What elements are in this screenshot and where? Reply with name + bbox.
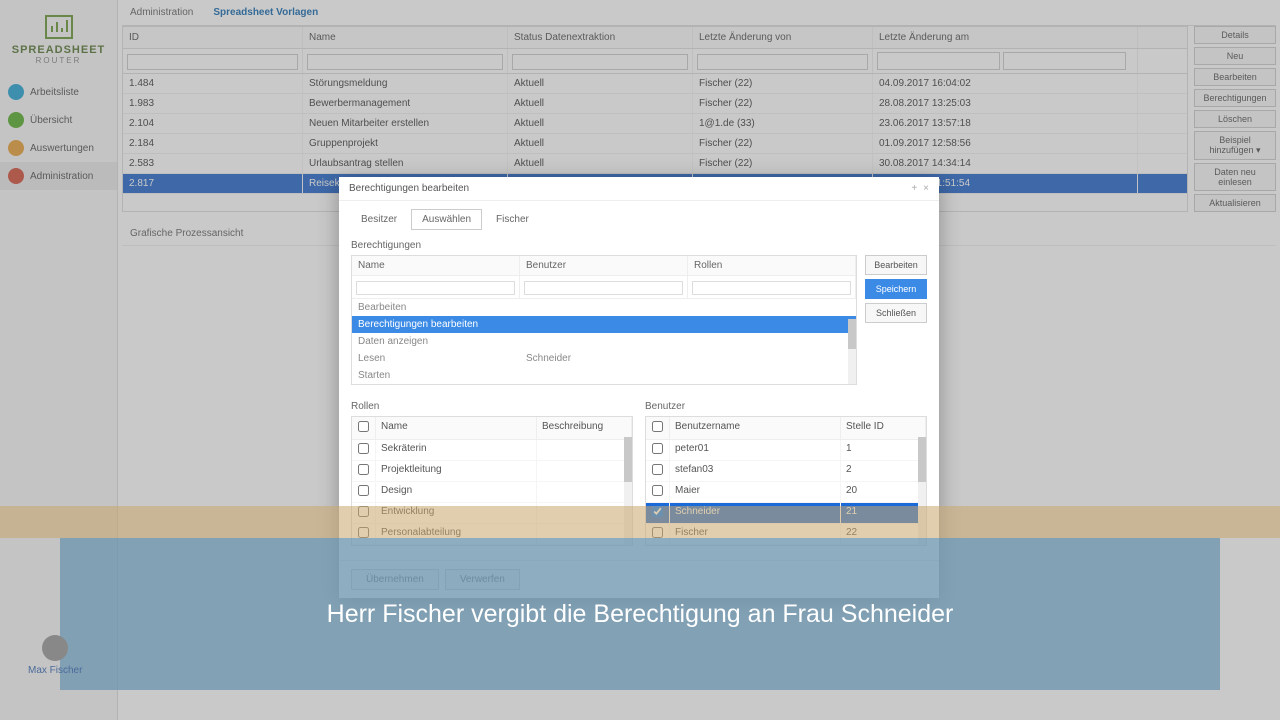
perm-row[interactable]: Starten [352,367,856,384]
save-button[interactable]: Speichern [865,279,927,299]
current-user[interactable]: Max Fischer [28,635,82,676]
tab-select[interactable]: Auswählen [411,209,482,230]
perm-filter-user[interactable] [524,281,683,295]
user-checkbox[interactable] [652,443,663,454]
user-row[interactable]: stefan032 [646,461,926,482]
role-row[interactable]: Design [352,482,632,503]
users-col-id[interactable]: Stelle ID [841,417,926,439]
perm-col-user[interactable]: Benutzer [520,256,688,275]
user-name: Max Fischer [28,665,82,676]
perm-col-name[interactable]: Name [352,256,520,275]
tab-user[interactable]: Fischer [486,210,539,229]
users-select-all[interactable] [652,421,663,432]
caption-banner: Herr Fischer vergibt die Berechtigung an… [60,538,1220,690]
perm-filter-name[interactable] [356,281,515,295]
role-row[interactable]: Projektleitung [352,461,632,482]
decorative-strip [0,506,1280,538]
users-label: Benutzer [645,401,927,412]
user-row[interactable]: Maier20 [646,482,926,503]
users-col-name[interactable]: Benutzername [670,417,841,439]
user-checkbox[interactable] [652,464,663,475]
perm-col-roles[interactable]: Rollen [688,256,856,275]
perm-scrollbar[interactable] [848,319,856,349]
tab-owner[interactable]: Besitzer [351,210,407,229]
role-row[interactable]: Sekräterin [352,440,632,461]
perm-grid: Name Benutzer Rollen BearbeitenBerechtig… [351,255,857,385]
perm-row[interactable]: LesenSchneider [352,350,856,367]
avatar [42,635,68,661]
user-checkbox[interactable] [652,485,663,496]
roles-col-desc[interactable]: Beschreibung [537,417,632,439]
role-checkbox[interactable] [358,443,369,454]
close-button[interactable]: Schließen [865,303,927,323]
modal-title: Berechtigungen bearbeiten [349,183,469,194]
role-checkbox[interactable] [358,464,369,475]
users-scrollbar[interactable] [918,437,926,482]
perm-filter-roles[interactable] [692,281,851,295]
roles-select-all[interactable] [358,421,369,432]
perm-row[interactable]: Daten anzeigen [352,333,856,350]
roles-label: Rollen [351,401,633,412]
expand-icon[interactable]: + [911,183,917,194]
roles-scrollbar[interactable] [624,437,632,482]
caption-text: Herr Fischer vergibt die Berechtigung an… [327,600,954,629]
role-checkbox[interactable] [358,485,369,496]
perm-label: Berechtigungen [351,240,927,251]
close-icon[interactable]: × [923,183,929,194]
modal-tabs: Besitzer Auswählen Fischer [351,209,927,230]
perm-row[interactable]: Berechtigungen bearbeiten [352,316,856,333]
user-row[interactable]: peter011 [646,440,926,461]
edit-button[interactable]: Bearbeiten [865,255,927,275]
roles-col-name[interactable]: Name [376,417,537,439]
perm-row[interactable]: Bearbeiten [352,299,856,316]
